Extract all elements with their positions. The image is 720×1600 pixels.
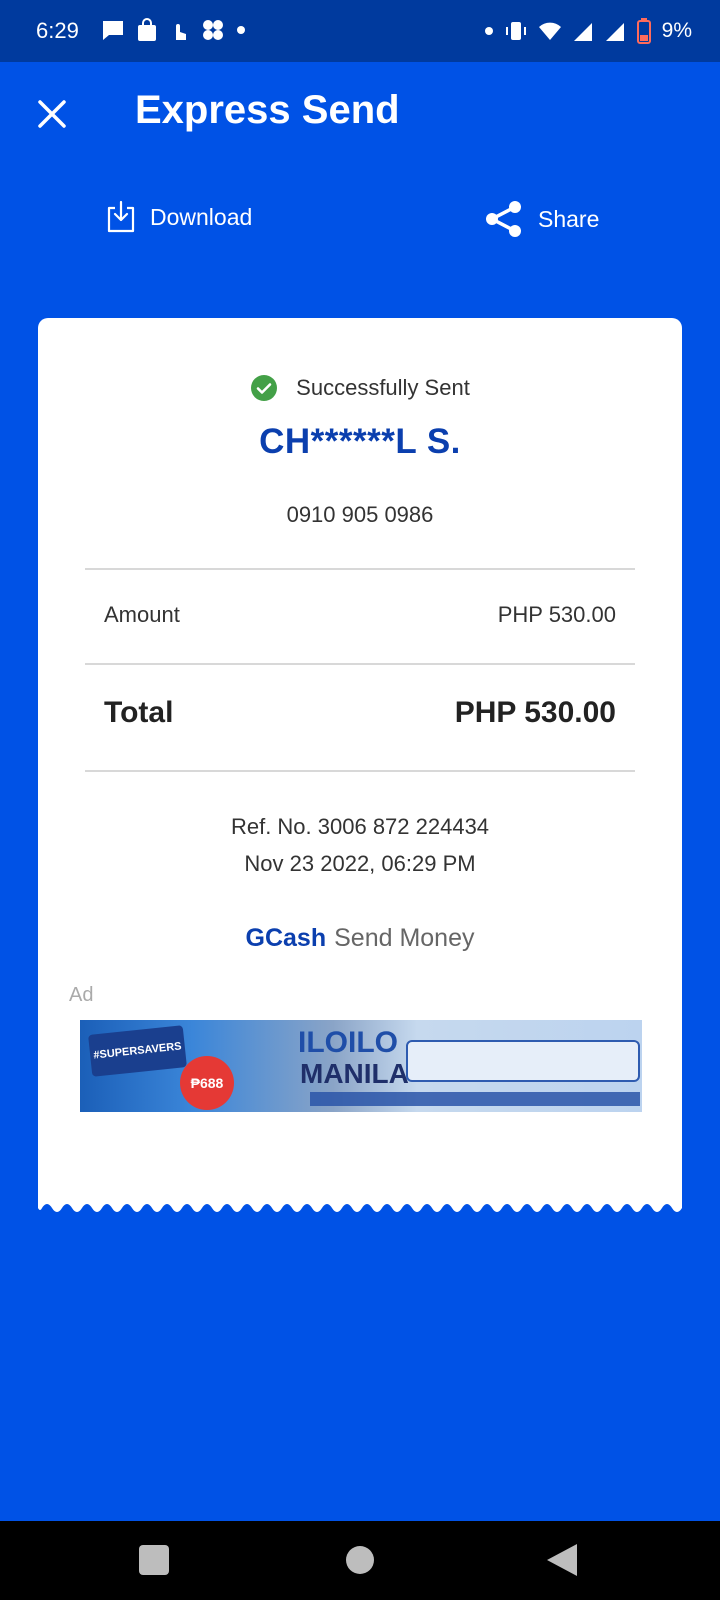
- status-time: 6:29: [36, 18, 79, 43]
- share-icon: [486, 201, 521, 237]
- signal-icon: [605, 23, 624, 41]
- divider: [85, 770, 635, 772]
- amount-value: PHP 530.00: [497, 602, 616, 627]
- ad-banner[interactable]: #SUPERSAVERS ₱688 ILOILO MANILA: [80, 1020, 642, 1112]
- back-icon[interactable]: [525, 1521, 605, 1600]
- total-value: PHP 530.00: [454, 696, 616, 729]
- amount-label: Amount: [104, 602, 180, 627]
- ad-label: Ad: [69, 984, 94, 1006]
- wifi-icon: [538, 22, 561, 40]
- page-title: Express Send: [135, 88, 400, 132]
- share-label: Share: [538, 205, 600, 232]
- gesture-icon: [176, 24, 186, 40]
- close-icon[interactable]: [34, 96, 70, 132]
- app-header: Express Send: [0, 62, 720, 162]
- notification-icons: [100, 18, 246, 42]
- signal-icon: [573, 23, 592, 41]
- shopping-bag-icon: [138, 18, 156, 41]
- download-icon: [107, 200, 135, 233]
- ad-features-box: [406, 1040, 640, 1082]
- ad-supersavers: #SUPERSAVERS: [88, 1025, 187, 1077]
- reference-number: Ref. No. 3006 872 224434: [230, 814, 490, 839]
- system-nav-bar: [0, 1521, 720, 1600]
- ad-fine-print: [310, 1092, 640, 1106]
- divider: [85, 663, 635, 665]
- vibrate-icon: [505, 22, 526, 40]
- status-bar: 6:29 9%: [0, 0, 720, 62]
- battery-low-icon: [636, 18, 651, 44]
- success-status: Successfully Sent: [38, 374, 682, 402]
- check-circle-icon: [251, 375, 278, 401]
- amount-row: Amount PHP 530.00: [104, 602, 616, 628]
- message-icon: [103, 21, 123, 40]
- total-label: Total: [104, 696, 174, 729]
- ad-price: ₱688: [180, 1056, 234, 1110]
- home-icon[interactable]: [320, 1521, 400, 1600]
- status-text: Successfully Sent: [296, 375, 470, 400]
- receipt-card: Successfully Sent CH******L S. 0910 905 …: [38, 318, 682, 1198]
- share-button[interactable]: Share: [484, 200, 599, 238]
- transaction-details: Ref. No. 3006 872 224434 Nov 23 2022, 06…: [38, 808, 682, 882]
- transaction-datetime: Nov 23 2022, 06:29 PM: [244, 851, 476, 876]
- brand-name: GCash: [245, 924, 327, 952]
- dot-icon: [484, 27, 493, 35]
- recent-apps-icon[interactable]: [113, 1521, 193, 1600]
- receipt-actions: Download Share: [0, 200, 720, 250]
- recipient-phone: 0910 905 0986: [286, 502, 434, 527]
- app-icon: [203, 20, 223, 40]
- total-row: Total PHP 530.00: [104, 696, 616, 730]
- divider: [85, 568, 635, 570]
- recipient-name: CH******L S.: [259, 422, 461, 461]
- download-label: Download: [150, 203, 253, 230]
- download-button[interactable]: Download: [106, 200, 252, 234]
- receipt-torn-edge: [38, 1198, 682, 1212]
- ad-headline-destination: ILOILO: [298, 1026, 398, 1059]
- brand-service: Send Money: [334, 924, 475, 952]
- ad-headline-origin: MANILA: [300, 1058, 409, 1089]
- system-icons: 9%: [484, 18, 692, 44]
- brand-footer: GCash Send Money: [38, 924, 682, 953]
- dot-icon: [237, 26, 245, 34]
- battery-percent: 9%: [661, 19, 692, 42]
